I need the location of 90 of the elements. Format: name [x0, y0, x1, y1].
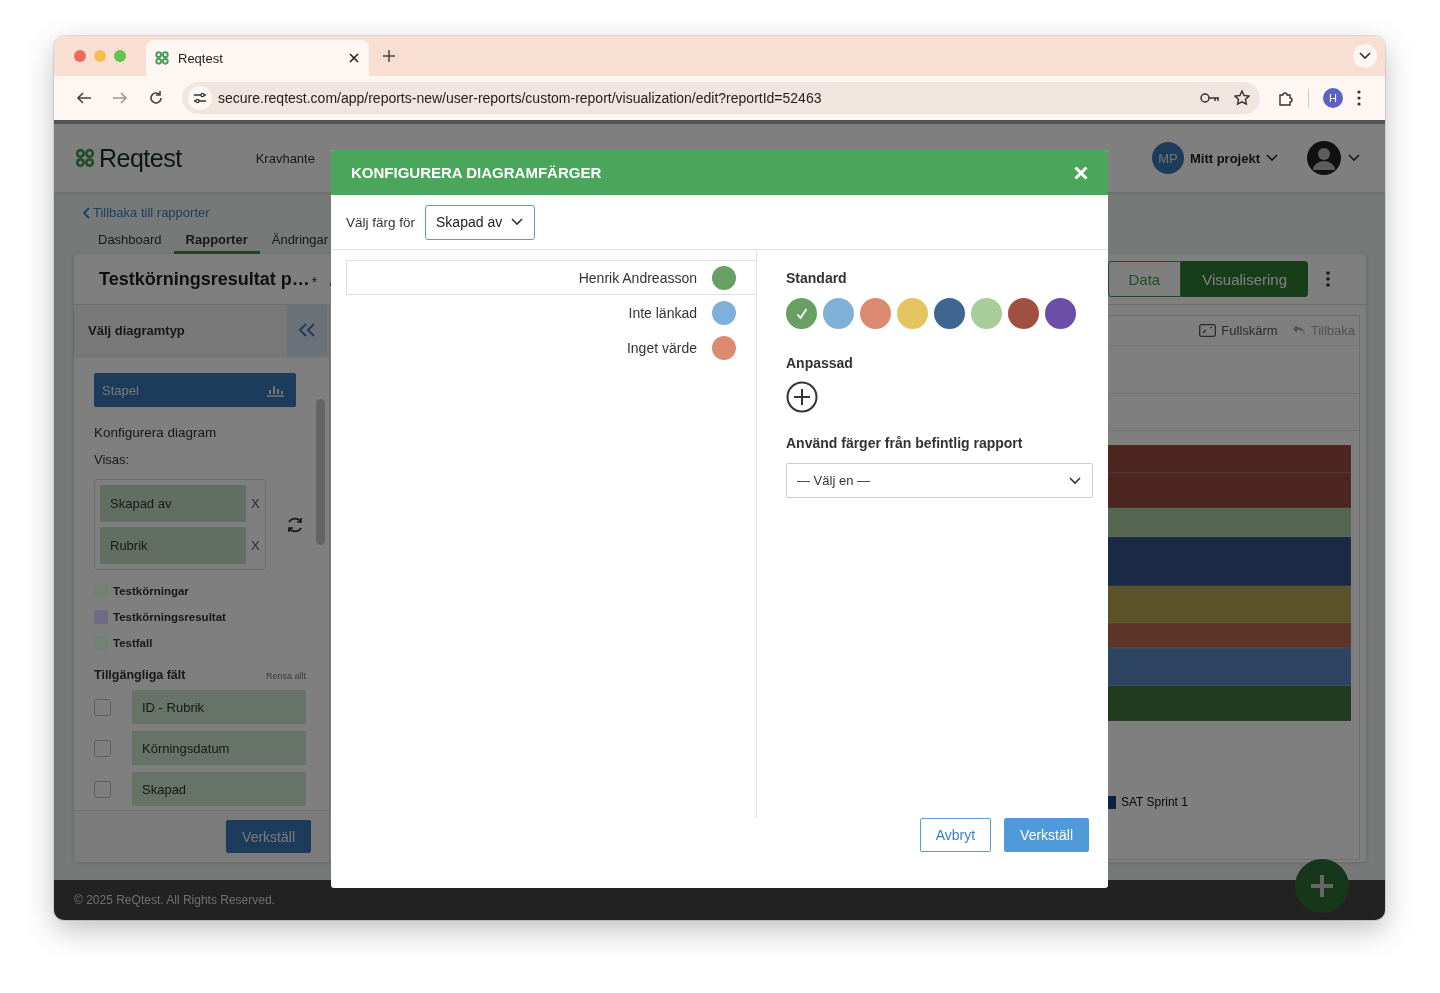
- color-swatch[interactable]: [1008, 298, 1039, 329]
- clover-icon: [154, 50, 170, 66]
- profile-avatar[interactable]: H: [1323, 88, 1343, 108]
- series-label: Inget värde: [626, 339, 697, 356]
- view-toggle-button[interactable]: Data: [1107, 261, 1182, 297]
- legend-label: Testkörningsresultat: [113, 611, 226, 623]
- color-swatch[interactable]: [934, 298, 965, 329]
- section-title: Standard: [786, 270, 847, 286]
- close-icon[interactable]: [349, 53, 359, 63]
- back-link[interactable]: Tillbaka till rapporter: [82, 205, 210, 220]
- key-icon[interactable]: [1200, 92, 1220, 104]
- nav-tab[interactable]: Dashboard: [86, 226, 174, 254]
- series-label: Henrik Andreasson: [578, 269, 697, 286]
- apply-button[interactable]: Verkställ: [226, 820, 311, 853]
- unsaved-mark: *: [311, 274, 318, 290]
- address-bar[interactable]: secure.reqtest.com/app/reports-new/user-reports/custom-report/visualization/edit?reportId=52463: [182, 82, 1260, 114]
- series-item[interactable]: Inte länkad: [346, 295, 756, 330]
- remove-button[interactable]: X: [251, 496, 260, 511]
- field-item[interactable]: Körningsdatum: [132, 731, 306, 765]
- tune-icon[interactable]: [193, 91, 207, 105]
- checkbox[interactable]: [94, 780, 111, 798]
- field-item[interactable]: Skapad: [132, 772, 306, 806]
- remove-button[interactable]: X: [251, 538, 260, 553]
- double-chevron-left-icon: [298, 323, 316, 337]
- plus-icon[interactable]: [383, 50, 395, 62]
- section-title: Använd färger från befintlig rapport: [786, 435, 1023, 451]
- dropdown[interactable]: Skapad av: [425, 204, 536, 240]
- chevron-left-icon: [82, 206, 90, 219]
- logo-icon[interactable]: [74, 147, 96, 169]
- apply-button[interactable]: Verkställ: [1004, 818, 1089, 852]
- url-text[interactable]: secure.reqtest.com/app/reports-new/user-reports/custom-report/visualization/edit?reportId=52463: [218, 90, 1200, 106]
- undo-icon: [1291, 324, 1306, 337]
- panel-title: Välj diagramtyp: [88, 322, 186, 338]
- view-toggle-button[interactable]: Visualisering: [1181, 261, 1308, 297]
- close-button[interactable]: [1074, 165, 1088, 180]
- color-swatch[interactable]: [823, 298, 854, 329]
- close-icon: [1074, 165, 1088, 180]
- legend-label: Testfall: [113, 637, 153, 649]
- star-icon[interactable]: [1234, 90, 1250, 106]
- check-icon: [795, 307, 808, 320]
- plus-icon: [1310, 874, 1334, 898]
- cancel-button[interactable]: Avbryt: [919, 818, 992, 852]
- puzzle-icon[interactable]: [1278, 90, 1294, 106]
- color-swatch[interactable]: [1045, 298, 1076, 329]
- tab-title: Reqtest: [178, 50, 224, 66]
- section-title: Anpassad: [786, 355, 853, 371]
- field-item[interactable]: ID - Rubrik: [132, 690, 306, 724]
- logo-text[interactable]: Reqtest: [99, 143, 182, 173]
- clear-all-link[interactable]: Rensa allt: [265, 671, 306, 681]
- scrollbar[interactable]: [316, 399, 325, 545]
- forward-arrow-icon[interactable]: [112, 90, 128, 106]
- back-arrow-icon[interactable]: [76, 90, 92, 106]
- color-swatch[interactable]: [860, 298, 891, 329]
- checkbox[interactable]: [94, 698, 111, 716]
- field-label: Välj färg för: [346, 214, 416, 230]
- refresh-icon[interactable]: [285, 515, 304, 534]
- project-badge[interactable]: MP: [1151, 142, 1184, 174]
- color-swatch[interactable]: [786, 298, 817, 329]
- dialog-title: KONFIGURERA DIAGRAMFÄRGER: [351, 164, 602, 181]
- bar-chart-icon: [266, 383, 284, 397]
- dropdown[interactable]: — Välj en —: [786, 463, 1093, 498]
- copyright-text: © 2025 ReQtest. All Rights Reserved.: [74, 893, 275, 907]
- chart-type-option[interactable]: Stapel: [94, 373, 296, 407]
- window-control-icon[interactable]: [74, 50, 86, 62]
- nav-link[interactable]: Kravhante: [255, 150, 315, 166]
- reload-icon[interactable]: [148, 90, 164, 106]
- add-color-button[interactable]: [786, 381, 818, 413]
- user-avatar[interactable]: [1307, 141, 1341, 175]
- report-title: Testkörningsresultat p…: [99, 268, 310, 290]
- fullscreen-icon: [1199, 324, 1217, 337]
- legend-label: SAT Sprint 1: [1121, 795, 1188, 809]
- color-swatch[interactable]: [897, 298, 928, 329]
- series-label: Inte länkad: [628, 304, 697, 321]
- tab-menu-button[interactable]: [1353, 44, 1377, 68]
- fullscreen-button[interactable]: Fullskärm: [1199, 323, 1278, 338]
- field-label: Visas:: [94, 452, 131, 467]
- checkbox[interactable]: [94, 739, 111, 757]
- section-title: Konfigurera diagram: [94, 425, 218, 440]
- plus-circle-icon: [786, 381, 818, 413]
- more-icon[interactable]: [1357, 90, 1361, 106]
- color-swatch[interactable]: [971, 298, 1002, 329]
- legend-label: Testkörningar: [113, 585, 189, 597]
- section-title: Tillgängliga fält: [94, 668, 186, 682]
- browser-tab[interactable]: Reqtest: [146, 40, 369, 76]
- series-item[interactable]: Henrik Andreasson: [346, 260, 756, 295]
- series-item[interactable]: Inget värde: [346, 330, 756, 365]
- nav-tab[interactable]: Ändringar: [259, 226, 341, 254]
- project-name[interactable]: Mitt projekt: [1189, 150, 1260, 166]
- field-chip[interactable]: Skapad av: [100, 485, 246, 522]
- field-chip[interactable]: Rubrik: [100, 527, 246, 564]
